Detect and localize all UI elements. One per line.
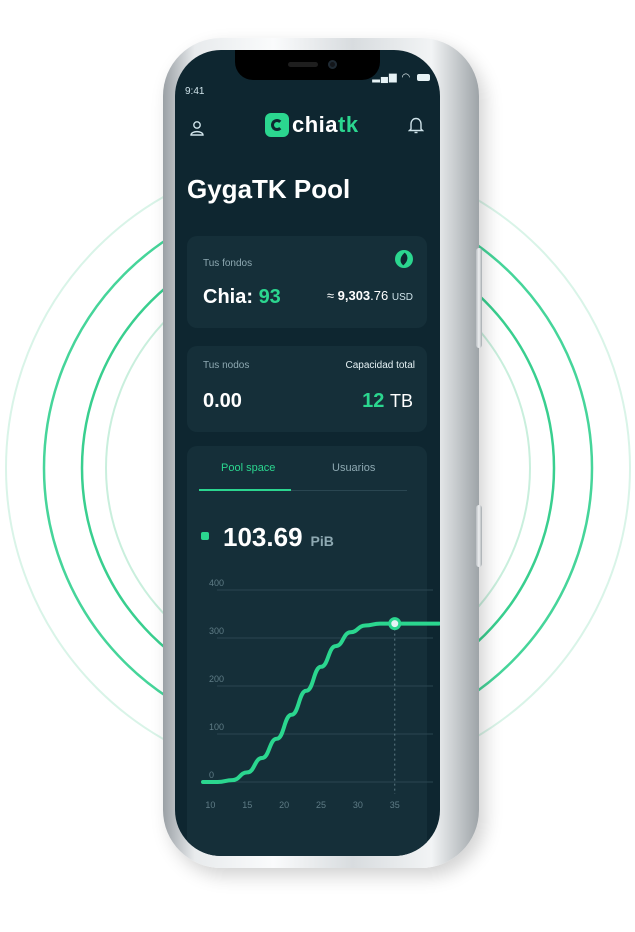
funds-label: Tus fondos: [203, 258, 253, 269]
front-camera: [328, 60, 337, 69]
capacity-number: 12: [362, 390, 385, 412]
logo-suffix: tk: [338, 112, 359, 137]
tab-pool-space[interactable]: Pool space: [221, 462, 275, 474]
y-tick-label: 400: [209, 578, 224, 588]
chiatk-logo: chiatk: [265, 110, 359, 140]
series-marker: [201, 532, 209, 540]
y-tick-label: 200: [209, 674, 224, 684]
y-tick-label: 0: [209, 770, 214, 780]
side-button-power: [476, 248, 482, 348]
x-tick-label: 15: [242, 800, 252, 810]
usd-unit: USD: [391, 292, 413, 303]
metric-unit: PiB: [310, 533, 334, 549]
x-tick-label: 30: [353, 800, 363, 810]
speaker: [288, 62, 318, 67]
x-tick-label: 10: [205, 800, 215, 810]
leaf-icon[interactable]: [395, 250, 413, 268]
pool-space-metric: 103.69 PiB: [201, 522, 334, 553]
capacity-unit: TB: [389, 391, 413, 411]
logo-prefix: chia: [292, 112, 339, 137]
highlight-point: [388, 617, 402, 631]
pool-card: Pool space Usuarios 103.69 PiB 0 100 200 30…: [187, 446, 440, 856]
status-time: 9:41: [185, 86, 205, 97]
x-tick-label: 20: [279, 800, 289, 810]
nodes-card: Tus nodos Capacidad total 0.00 12 TB: [187, 346, 427, 432]
app-header: chiatk: [175, 102, 440, 150]
nodes-value: 0.00: [203, 390, 242, 412]
y-tick-label: 100: [209, 722, 224, 732]
x-tick-label: 35: [390, 800, 400, 810]
notch: [235, 50, 380, 80]
chia-label: Chia:: [203, 286, 253, 308]
capacity-value: 12 TB: [362, 390, 413, 413]
user-icon[interactable]: [189, 120, 205, 136]
x-tick-label: 25: [316, 800, 326, 810]
page-title: GygaTK Pool: [187, 174, 351, 204]
pool-space-chart: 0 100 200 300 400 10 15 20 25 30 35: [201, 578, 440, 810]
y-tick-label: 300: [209, 626, 224, 636]
usd-balance: ≈ 9,303.76 USD: [327, 288, 413, 303]
series-line: [201, 621, 440, 784]
wifi-icon: ◠: [401, 72, 412, 83]
metric-value: 103.69: [223, 522, 303, 552]
chia-value: 93: [258, 286, 281, 308]
tab-usuarios[interactable]: Usuarios: [332, 462, 375, 474]
nodes-label: Tus nodos: [203, 360, 250, 371]
chia-balance: Chia: 93: [203, 286, 281, 309]
side-button-lower: [476, 505, 482, 567]
funds-card: Tus fondos Chia: 93 ≈ 9,303.76 USD: [187, 236, 427, 328]
status-icons: ▂▄▆ ◠: [372, 72, 430, 83]
battery-icon: [417, 73, 430, 81]
bell-icon[interactable]: [408, 116, 424, 134]
logo-icon: [265, 113, 289, 137]
logo-text: chiatk: [292, 112, 359, 138]
capacity-label: Capacidad total: [345, 360, 416, 371]
signal-icon: ▂▄▆: [372, 72, 398, 83]
approx-symbol: ≈: [326, 288, 334, 303]
tab-active-indicator: [199, 489, 291, 491]
usd-decimals: .76: [370, 288, 389, 303]
phone-screen: 9:41 ▂▄▆ ◠ chiatk GygaTK Pool Tus fondos…: [175, 50, 440, 856]
usd-integer: 9,303: [337, 288, 371, 303]
